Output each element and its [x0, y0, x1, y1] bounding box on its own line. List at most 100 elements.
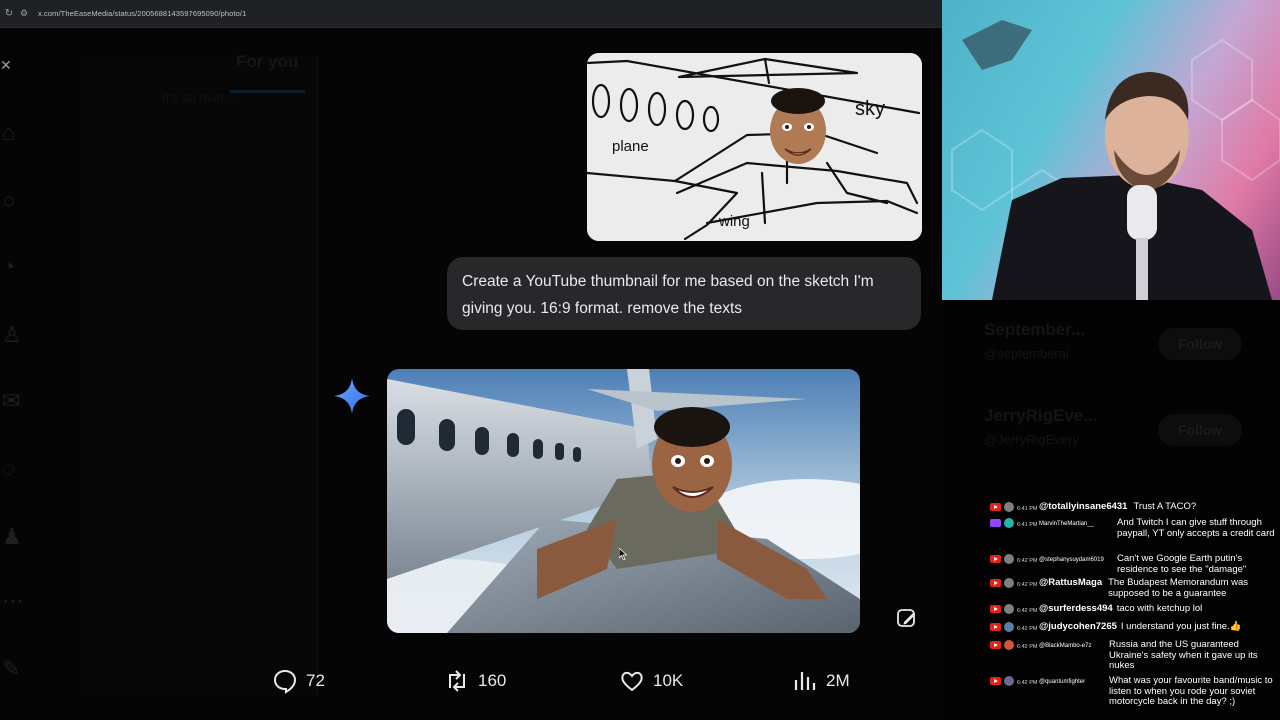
- home-icon[interactable]: ⌂: [2, 120, 30, 148]
- youtube-icon: [990, 503, 1001, 511]
- chat-text: The Budapest Memorandum was supposed to …: [1108, 577, 1249, 599]
- search-icon[interactable]: ○: [2, 188, 30, 216]
- youtube-icon: [990, 555, 1001, 563]
- chat-time: 6:41 PM: [1017, 522, 1038, 528]
- prompt-bubble: Create a YouTube thumbnail for me based …: [447, 257, 921, 330]
- twitch-icon: [990, 519, 1001, 527]
- follow-button[interactable]: Follow: [1158, 328, 1242, 360]
- chat-text: Trust A TACO?: [1133, 501, 1197, 512]
- avatar: [1004, 502, 1014, 512]
- generated-scene: [387, 369, 860, 633]
- views-button[interactable]: 2M: [792, 668, 850, 694]
- avatar: [1004, 622, 1014, 632]
- chat-message: 6:42 PM @stephanysuydam6019 Can't we Goo…: [990, 553, 1278, 575]
- chat-time: 6:42 PM: [1017, 608, 1038, 614]
- more-icon[interactable]: ⋯: [2, 588, 30, 616]
- close-icon[interactable]: ✕: [0, 57, 16, 73]
- suggested-account-name: JerryRigEve...: [984, 406, 1098, 425]
- notifications-icon[interactable]: ◔: [2, 254, 30, 282]
- avatar: [1004, 604, 1014, 614]
- ghost-subtext: It's so over...: [162, 90, 235, 105]
- avatar: [1004, 554, 1014, 564]
- webcam-overlay: [942, 0, 1280, 300]
- chat-text: What was your favourite band/music to li…: [1109, 675, 1273, 707]
- sketch-image[interactable]: sky plane wing: [587, 53, 922, 241]
- suggested-account-name: September...: [984, 320, 1086, 339]
- post-action-bar: 72 160 10K 2M: [240, 668, 1000, 708]
- reply-icon: [273, 669, 297, 694]
- grok-icon[interactable]: ◌: [2, 456, 30, 484]
- chat-text: Russia and the US guaranteed Ukraine's s…: [1109, 639, 1258, 671]
- chat-user: @totallyinsane6431: [1039, 501, 1128, 512]
- generated-thumbnail-image[interactable]: [387, 369, 860, 633]
- chat-user: @quantumfighter: [1039, 679, 1086, 685]
- chat-time: 6:42 PM: [1017, 680, 1038, 686]
- sketch-label-wing: wing: [718, 213, 750, 230]
- chat-text: And Twitch I can give stuff through payp…: [1117, 517, 1275, 539]
- suggested-account-handle: @septemberai: [984, 346, 1069, 361]
- sketch-label-plane: plane: [612, 138, 649, 155]
- like-count: 10K: [653, 671, 684, 690]
- views-icon: [794, 672, 816, 690]
- site-info-icon[interactable]: ⚙: [20, 8, 34, 19]
- messages-icon[interactable]: ✉: [2, 388, 30, 416]
- tab-underline: [230, 90, 305, 93]
- chat-user: @BlackMambo-e7z: [1039, 643, 1092, 649]
- streamer-webcam: [951, 20, 1280, 300]
- chat-user: MarvinTheMartian__: [1039, 521, 1095, 527]
- gemini-spark-icon: [334, 378, 370, 414]
- chat-text: I understand you just fine.👍: [1120, 621, 1242, 632]
- left-nav: ⌂ ○ ◔ ♙ ✉ ◌ ♟ ⋯ ✎: [0, 40, 40, 720]
- chat-message: 6:42 PM @RattusMaga The Budapest Memoran…: [990, 577, 1278, 599]
- avatar: [1004, 640, 1014, 650]
- chat-user: @surferdess494: [1039, 603, 1113, 614]
- like-button[interactable]: 10K: [619, 668, 683, 694]
- reload-icon[interactable]: ↻: [0, 0, 18, 28]
- url-text[interactable]: x.com/TheEaseMedia/status/20056881435976…: [38, 9, 246, 18]
- chat-message: 6:41 PM @totallyinsane6431 Trust A TACO?: [990, 501, 1278, 515]
- chat-text: taco with ketchup lol: [1116, 603, 1203, 614]
- repost-button[interactable]: 160: [444, 668, 506, 694]
- stream-chat: 6:41 PM @totallyinsane6431 Trust A TACO?…: [990, 498, 1280, 720]
- tab-for-you: For you: [236, 52, 299, 71]
- youtube-icon: [990, 677, 1001, 685]
- sketch-label-sky: sky: [855, 98, 885, 120]
- follow-icon[interactable]: ♙: [2, 322, 30, 350]
- heart-icon: [621, 671, 643, 692]
- chat-user: @stephanysuydam6019: [1039, 557, 1104, 563]
- chat-user: @judycohen7265: [1039, 621, 1117, 632]
- chat-message: 6:42 PM @quantumfighter What was your fa…: [990, 675, 1278, 708]
- prompt-text: Create a YouTube thumbnail for me based …: [462, 273, 874, 317]
- post-button-icon[interactable]: ✎: [2, 656, 30, 684]
- youtube-icon: [990, 605, 1001, 613]
- chat-text: Can't we Google Earth putin's residence …: [1117, 553, 1247, 575]
- chat-time: 6:42 PM: [1017, 582, 1038, 588]
- profile-icon[interactable]: ♟: [2, 524, 30, 552]
- chat-user: @RattusMaga: [1039, 577, 1103, 588]
- sketch-drawing: sky plane wing: [587, 53, 922, 241]
- reply-count: 72: [306, 671, 325, 690]
- youtube-icon: [990, 623, 1001, 631]
- chat-time: 6:41 PM: [1017, 506, 1038, 512]
- chat-time: 6:42 PM: [1017, 626, 1038, 632]
- chat-time: 6:42 PM: [1017, 558, 1038, 564]
- views-count: 2M: [826, 671, 850, 690]
- avatar: [1004, 578, 1014, 588]
- avatar: [1004, 518, 1014, 528]
- browser-address-bar: ↻ ⚙ x.com/TheEaseMedia/status/2005688143…: [0, 0, 942, 28]
- repost-icon: [449, 670, 465, 692]
- chat-time: 6:42 PM: [1017, 644, 1038, 650]
- reply-button[interactable]: 72: [272, 668, 325, 694]
- edit-image-icon[interactable]: [895, 607, 919, 631]
- chat-message: 6:42 PM @surferdess494 taco with ketchup…: [990, 603, 1278, 617]
- chat-message: 6:42 PM @judycohen7265 I understand you …: [990, 621, 1278, 635]
- youtube-icon: [990, 641, 1001, 649]
- chat-message: 6:42 PM @BlackMambo-e7z Russia and the U…: [990, 639, 1278, 672]
- repost-count: 160: [478, 671, 507, 690]
- mouse-cursor-icon: [619, 548, 627, 560]
- chat-message: 6:41 PM MarvinTheMartian__ And Twitch I …: [990, 517, 1278, 539]
- follow-button[interactable]: Follow: [1158, 414, 1242, 446]
- youtube-icon: [990, 579, 1001, 587]
- avatar: [1004, 676, 1014, 686]
- suggested-account-handle: @JerryRigEvery: [984, 432, 1079, 447]
